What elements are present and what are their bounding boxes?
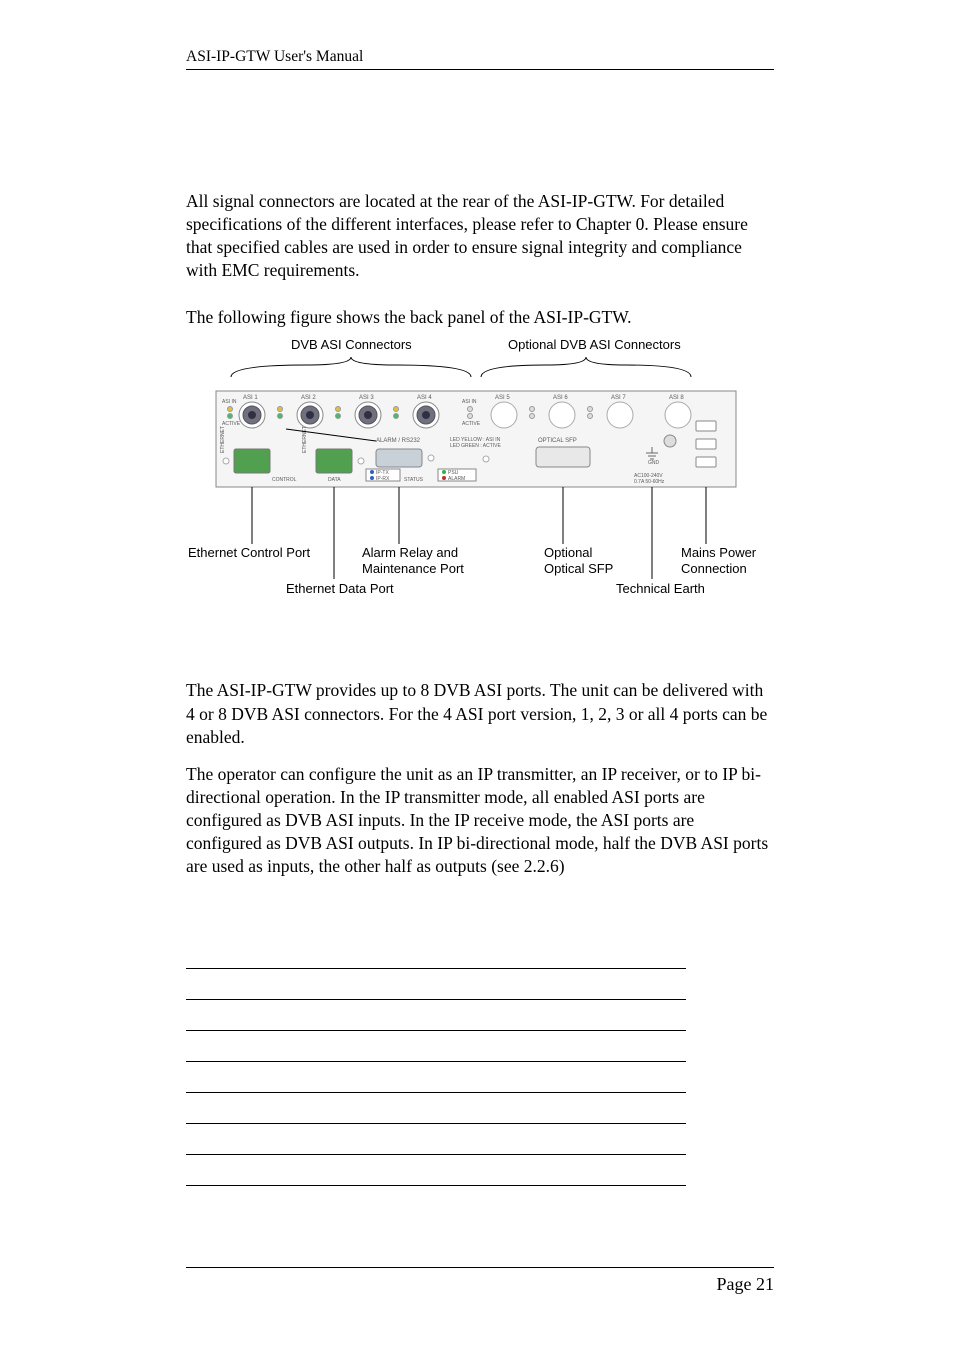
svg-text:LED GREEN : ACTIVE: LED GREEN : ACTIVE (450, 443, 502, 449)
svg-text:ASI 3: ASI 3 (359, 395, 374, 401)
callout-mains-1: Mains Power (681, 545, 757, 560)
svg-text:IP-RX: IP-RX (376, 476, 390, 482)
callout-alarm-1: Alarm Relay and (362, 545, 458, 560)
svg-text:ASI 1: ASI 1 (243, 395, 258, 401)
svg-text:ASI 7: ASI 7 (611, 395, 626, 401)
alarm-rs232-port (376, 449, 422, 467)
ethernet-control-port (234, 449, 270, 473)
callout-sfp-1: Optional (544, 545, 593, 560)
svg-text:ALARM / RS232: ALARM / RS232 (376, 438, 421, 444)
svg-text:ASI 2: ASI 2 (301, 395, 316, 401)
brace-right (481, 357, 691, 377)
svg-text:ACTIVE: ACTIVE (462, 421, 481, 427)
svg-text:0.7A 50-60Hz: 0.7A 50-60Hz (634, 479, 665, 485)
svg-text:OPTICAL SFP: OPTICAL SFP (538, 438, 577, 444)
label-dvb-asi-optional: Optional DVB ASI Connectors (508, 337, 681, 352)
svg-text:ETHERNET: ETHERNET (220, 427, 226, 454)
running-header: ASI-IP-GTW User's Manual (186, 48, 774, 70)
optical-sfp-slot (536, 447, 590, 467)
page: ASI-IP-GTW User's Manual All signal conn… (0, 0, 954, 1350)
callout-alarm-2: Maintenance Port (362, 561, 464, 576)
notes-lines (186, 938, 686, 1186)
label-dvb-asi: DVB ASI Connectors (291, 337, 412, 352)
svg-text:ALARM: ALARM (448, 476, 465, 482)
svg-text:ASI IN: ASI IN (462, 399, 477, 405)
mains-inlet (696, 457, 716, 467)
brace-left (231, 357, 471, 377)
callout-mains-2: Connection (681, 561, 747, 576)
svg-text:ASI 6: ASI 6 (553, 395, 568, 401)
back-panel-figure: DVB ASI Connectors Optional DVB ASI Conn… (186, 329, 774, 619)
ethernet-data-port (316, 449, 352, 473)
paragraph-intro-1: All signal connectors are located at the… (186, 190, 774, 282)
callout-eth-ctrl: Ethernet Control Port (188, 545, 311, 560)
page-footer: Page 21 (186, 1267, 774, 1295)
svg-text:ASI IN: ASI IN (222, 399, 237, 405)
paragraph-after-1: The ASI-IP-GTW provides up to 8 DVB ASI … (186, 679, 774, 748)
paragraph-after-2: The operator can configure the unit as a… (186, 763, 774, 878)
callout-eth-data: Ethernet Data Port (286, 581, 394, 596)
svg-text:GND: GND (648, 460, 660, 466)
svg-text:ASI 8: ASI 8 (669, 395, 684, 401)
svg-text:ASI 5: ASI 5 (495, 395, 510, 401)
svg-text:ASI 4: ASI 4 (417, 395, 432, 401)
callout-tech-earth: Technical Earth (616, 581, 705, 596)
svg-text:ETHERNET: ETHERNET (302, 427, 308, 454)
svg-text:DATA: DATA (328, 477, 341, 483)
callout-sfp-2: Optical SFP (544, 561, 613, 576)
svg-text:STATUS: STATUS (404, 477, 424, 483)
paragraph-intro-2: The following figure shows the back pane… (186, 306, 774, 329)
svg-text:CONTROL: CONTROL (272, 477, 297, 483)
